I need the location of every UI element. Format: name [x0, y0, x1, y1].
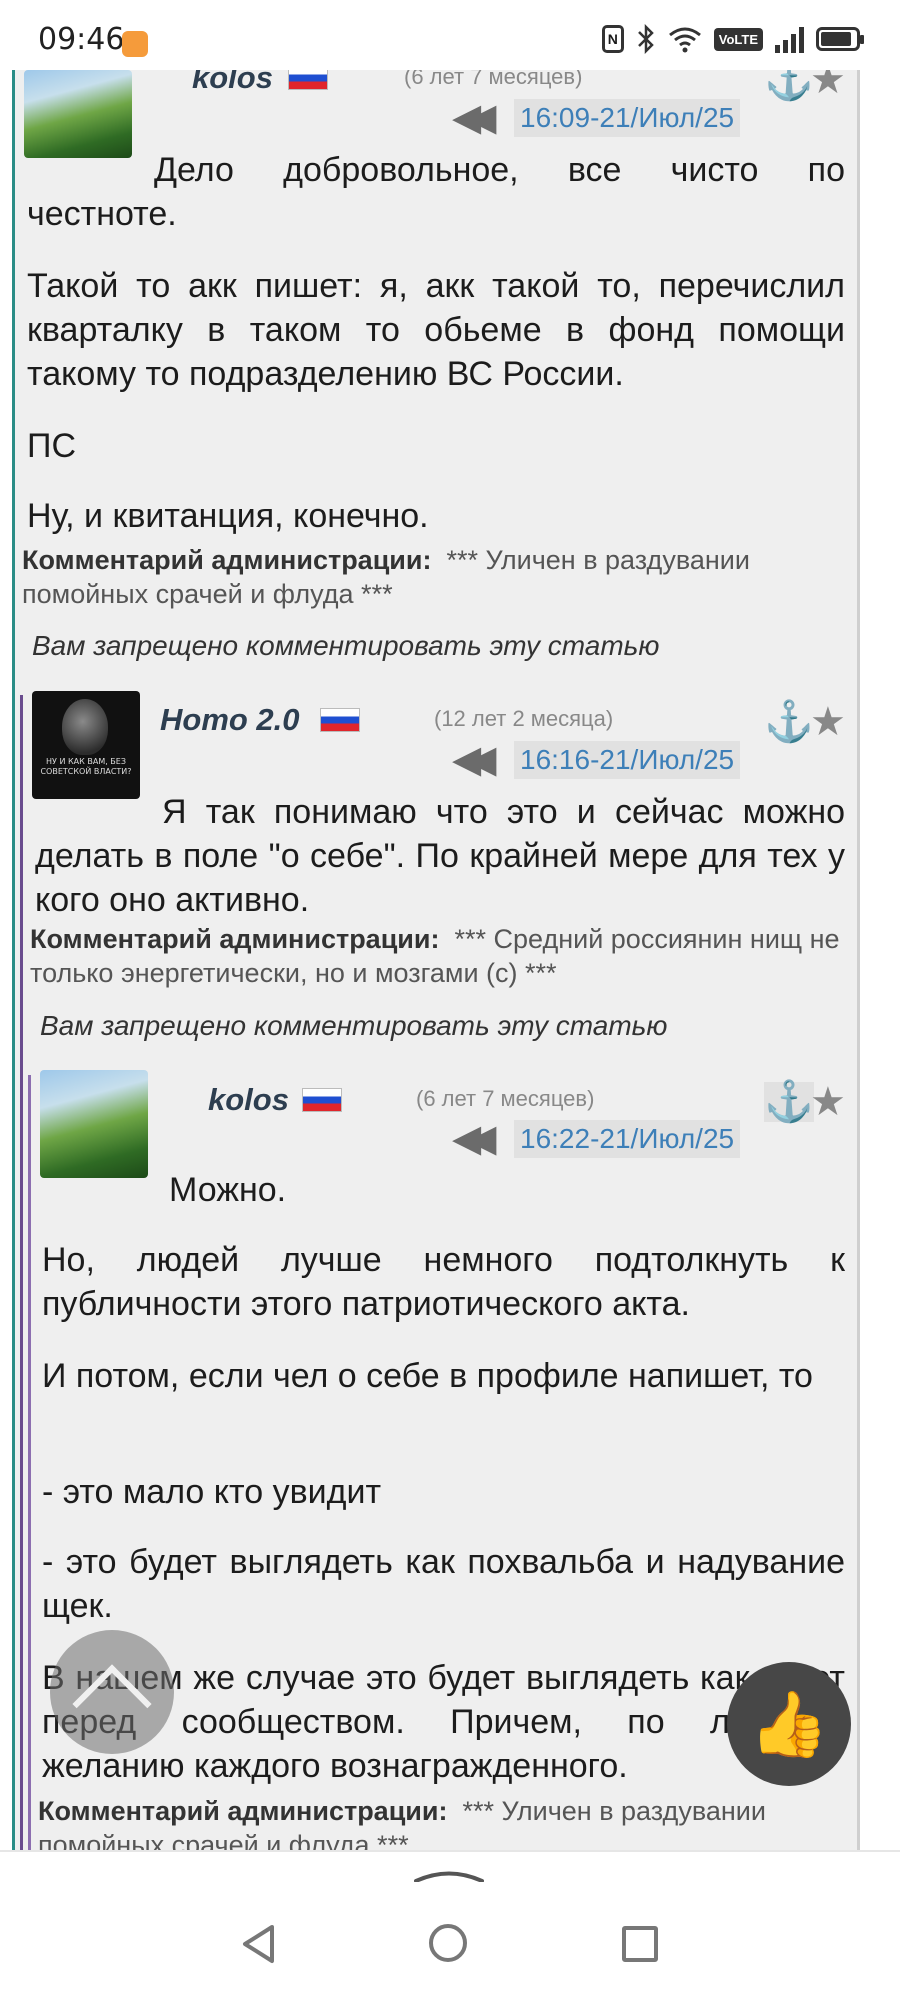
thumbs-up-icon: 👍: [749, 1688, 829, 1760]
status-icons: N VoLTE: [601, 24, 864, 54]
comment-paragraph: Ну, и квитанция, конечно.: [27, 497, 429, 535]
admin-comment-label: Комментарий администрации:: [30, 924, 440, 954]
anchor-icon[interactable]: ⚓: [764, 1082, 814, 1122]
recents-icon[interactable]: [622, 1926, 658, 1962]
comment-denied-notice: Вам запрещено комментировать эту статью: [40, 1010, 668, 1041]
username[interactable]: kolos: [192, 70, 273, 96]
user-online-icon: [154, 70, 176, 96]
comment-paragraph: И потом, если чел о себе в профиле напиш…: [42, 1357, 813, 1395]
admin-comment: Комментарий администрации: *** Уличен в …: [22, 543, 852, 611]
russia-flag-icon: [302, 1088, 342, 1112]
comments-panel: kolos (6 лет 7 месяцев) ⚓ ★ ◀◀ 16:09-21/…: [12, 70, 860, 1850]
chevron-up-icon[interactable]: [414, 1870, 484, 1882]
russia-flag-icon: [288, 70, 328, 90]
thread-line: [20, 695, 23, 1850]
battery-icon: [816, 27, 864, 51]
volte-badge: VoLTE: [713, 27, 763, 51]
home-icon[interactable]: [429, 1924, 467, 1962]
admin-comment-label: Комментарий администрации:: [22, 545, 432, 575]
status-bar: 09:46 N VoLTE: [0, 0, 900, 70]
username[interactable]: Homo 2.0: [160, 702, 300, 738]
avatar[interactable]: НУ И КАК ВАМ, БЕЗ СОВЕТСКОЙ ВЛАСТИ?: [32, 691, 140, 799]
comment-paragraph: - это мало кто увидит: [42, 1473, 382, 1511]
wifi-icon: [668, 27, 701, 53]
comment-paragraph: Но, людей лучше немного подтолкнуть к пу…: [42, 1241, 845, 1323]
username[interactable]: kolos: [208, 1082, 289, 1118]
anchor-icon[interactable]: ⚓: [764, 70, 814, 100]
rewind-icon[interactable]: ◀◀: [452, 741, 497, 779]
star-icon[interactable]: ★: [810, 70, 846, 100]
thread-line: [28, 1075, 31, 1850]
comment-denied-notice: Вам запрещено комментировать эту статью: [32, 630, 660, 661]
comment-timestamp[interactable]: 16:09-21/Июл/25: [514, 99, 741, 137]
notification-app-icon: [122, 31, 148, 57]
avatar[interactable]: [40, 1070, 148, 1178]
back-icon[interactable]: [240, 1924, 276, 1964]
rewind-icon[interactable]: ◀◀: [452, 1120, 497, 1158]
rewind-icon[interactable]: ◀◀: [452, 99, 497, 137]
star-icon[interactable]: ★: [810, 1082, 846, 1122]
status-time: 09:46: [38, 22, 125, 57]
user-online-icon: [169, 1078, 191, 1104]
comment-paragraph: Я так понимаю что это и сейчас можно дел…: [35, 793, 845, 919]
comment-timestamp[interactable]: 16:22-21/Июл/25: [514, 1120, 741, 1158]
comment-paragraph: Дело добровольное, все чисто по честноте…: [27, 151, 845, 233]
avatar[interactable]: [24, 70, 132, 158]
signal-icon: [775, 25, 804, 53]
comment-paragraph: Такой то акк пишет: я, акк такой то, пер…: [27, 267, 845, 393]
comment-paragraph: Можно.: [169, 1171, 287, 1209]
comment-timestamp[interactable]: 16:16-21/Июл/25: [514, 741, 741, 779]
account-age: (12 лет 2 месяца): [434, 706, 614, 731]
avatar-caption: НУ И КАК ВАМ, БЕЗ СОВЕТСКОЙ ВЛАСТИ?: [40, 757, 132, 776]
admin-comment: Комментарий администрации: *** Средний р…: [30, 922, 852, 990]
account-age: (6 лет 7 месяцев): [404, 70, 583, 89]
bluetooth-icon: [637, 24, 654, 54]
comments-content[interactable]: kolos (6 лет 7 месяцев) ⚓ ★ ◀◀ 16:09-21/…: [0, 70, 900, 1850]
comment-paragraph: - это будет выглядеть как похвальба и на…: [42, 1543, 845, 1625]
russia-flag-icon: [320, 708, 360, 732]
nfc-icon: N: [601, 25, 624, 53]
comment-paragraph: ПС: [27, 427, 76, 465]
admin-comment-label: Комментарий администрации:: [38, 1796, 448, 1826]
scroll-top-button[interactable]: [50, 1630, 174, 1754]
like-button[interactable]: 👍: [727, 1662, 851, 1786]
anchor-icon[interactable]: ⚓: [764, 702, 814, 742]
admin-comment: Комментарий администрации: *** Уличен в …: [38, 1794, 852, 1850]
avatar-portrait: [62, 699, 108, 755]
account-age: (6 лет 7 месяцев): [416, 1086, 595, 1111]
navigation-bar: [0, 1850, 900, 2002]
star-icon[interactable]: ★: [810, 702, 846, 742]
thread-line: [12, 70, 15, 1850]
